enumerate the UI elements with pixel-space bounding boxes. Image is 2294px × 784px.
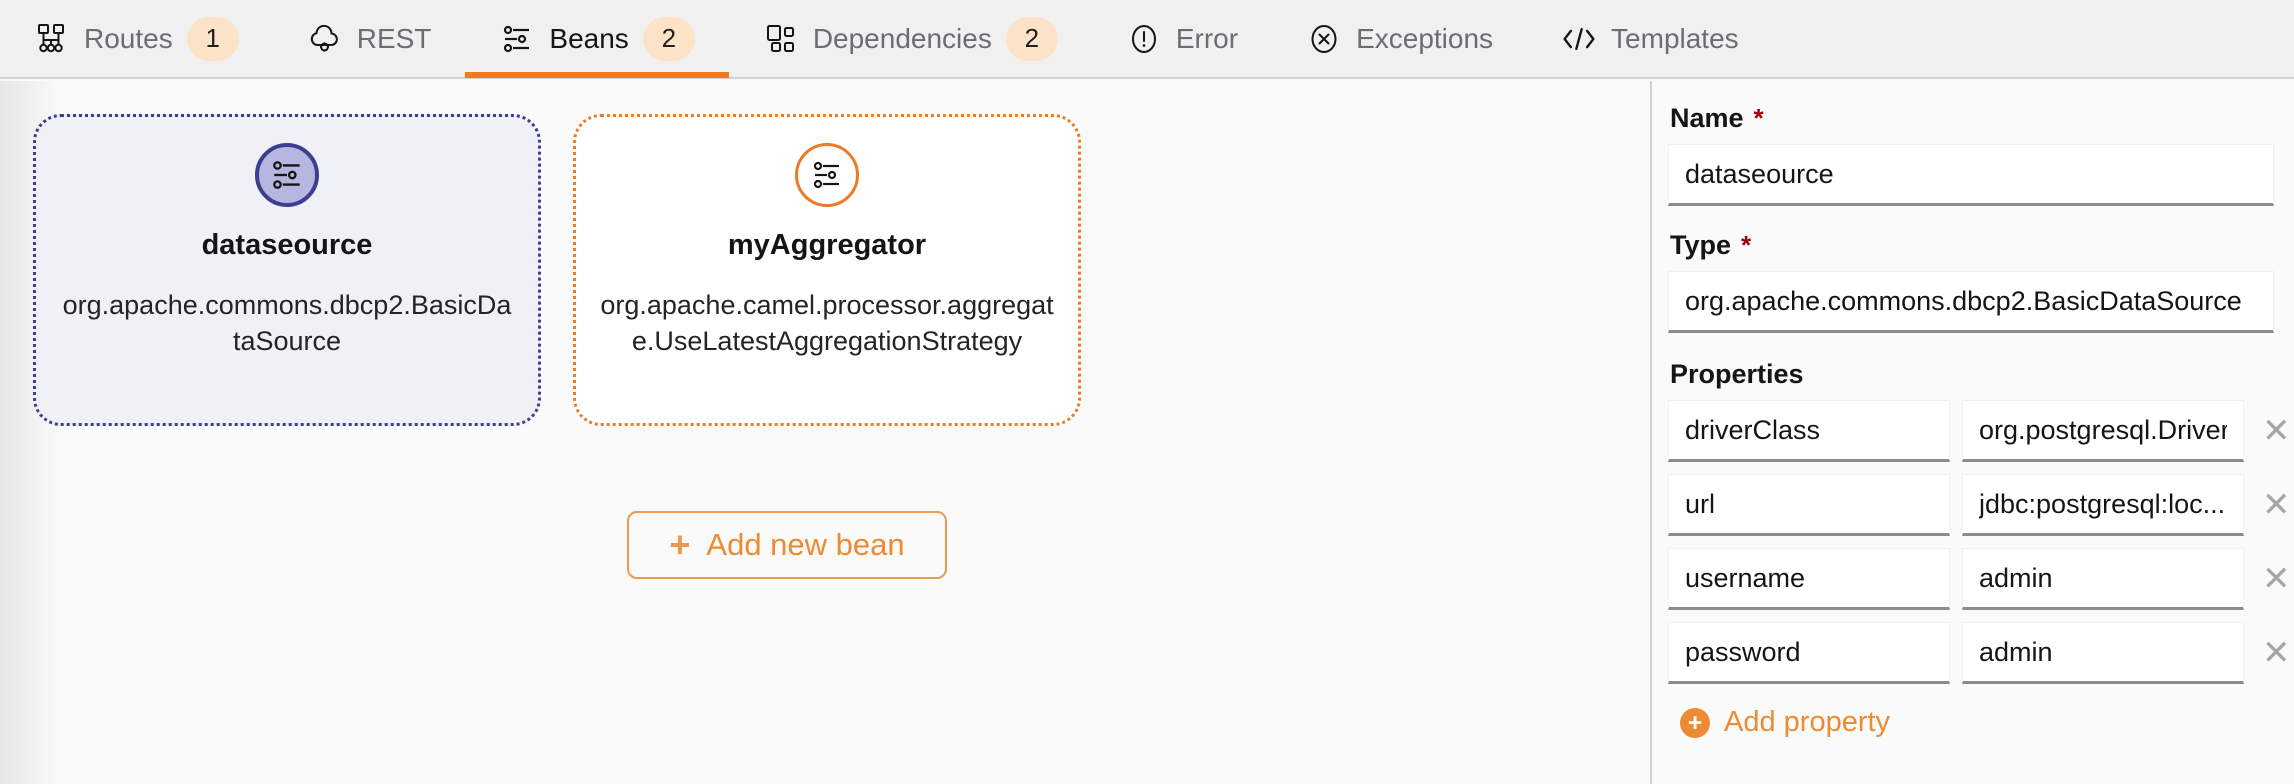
tab-dependencies-badge: 2 [1006,17,1058,61]
spacer [1668,206,2274,230]
tab-error-label: Error [1176,23,1238,55]
delete-property-icon[interactable]: ✕ [2256,414,2294,448]
property-key-input[interactable] [1668,400,1950,462]
bean-sliders-icon [255,143,319,207]
tab-routes-label: Routes [84,23,173,55]
add-new-bean-button[interactable]: + Add new bean [627,511,946,579]
property-key-input[interactable] [1668,548,1950,610]
properties-label: Properties [1670,359,2274,390]
type-field-label: Type * [1670,230,2274,261]
dependencies-icon [763,21,799,57]
exceptions-icon [1306,21,1342,57]
tab-exceptions[interactable]: Exceptions [1272,0,1527,78]
property-value-input[interactable] [1962,548,2244,610]
tab-rest[interactable]: REST [273,0,466,78]
bean-sliders-icon [795,143,859,207]
add-new-bean-label: Add new bean [706,527,904,563]
delete-property-icon[interactable]: ✕ [2256,562,2294,596]
bean-card-title: myAggregator [600,229,1054,262]
property-row: ✕ [1668,474,2274,536]
code-brackets-icon [1561,21,1597,57]
property-row: ✕ [1668,400,2274,462]
type-input[interactable] [1668,271,2274,333]
tab-beans-label: Beans [549,23,628,55]
add-property-button[interactable]: + Add property [1680,706,1890,739]
name-label-text: Name [1670,103,1744,134]
property-value-input[interactable] [1962,474,2244,536]
property-value-input[interactable] [1962,622,2244,684]
add-new-bean-container: + Add new bean [573,511,1001,579]
required-asterisk: * [1754,103,1764,134]
tab-beans[interactable]: Beans 2 [465,0,728,78]
required-asterisk: * [1741,230,1751,261]
plus-circle-icon: + [1680,708,1710,738]
property-value-input[interactable] [1962,400,2244,462]
bean-properties-panel: Name * Type * Properties ✕ ✕ ✕ ✕ + Add p… [1650,81,2294,784]
bean-card-myaggregator[interactable]: myAggregator org.apache.camel.processor.… [573,114,1081,426]
main-tab-bar: Routes 1 REST Beans 2 [0,0,2294,79]
routes-icon [34,21,70,57]
property-key-input[interactable] [1668,474,1950,536]
tab-templates[interactable]: Templates [1527,0,1773,78]
tab-error[interactable]: Error [1092,0,1272,78]
add-property-label: Add property [1724,706,1890,739]
bean-card-title: dataseource [60,229,514,262]
delete-property-icon[interactable]: ✕ [2256,636,2294,670]
delete-property-icon[interactable]: ✕ [2256,488,2294,522]
name-field-label: Name * [1670,103,2274,134]
bean-card-list: dataseource org.apache.commons.dbcp2.Bas… [33,114,1081,426]
beans-canvas: dataseource org.apache.commons.dbcp2.Bas… [0,81,1648,784]
tab-routes[interactable]: Routes 1 [0,0,273,78]
tab-templates-label: Templates [1611,23,1739,55]
bean-card-type: org.apache.camel.processor.aggregate.Use… [600,288,1054,359]
property-row: ✕ [1668,548,2274,610]
tab-routes-badge: 1 [187,17,239,61]
error-icon [1126,21,1162,57]
tab-beans-badge: 2 [643,17,695,61]
property-key-input[interactable] [1668,622,1950,684]
property-row: ✕ [1668,622,2274,684]
name-input[interactable] [1668,144,2274,206]
tab-rest-label: REST [357,23,432,55]
rest-cloud-icon [307,21,343,57]
tab-exceptions-label: Exceptions [1356,23,1493,55]
plus-icon: + [669,527,690,563]
tab-dependencies[interactable]: Dependencies 2 [729,0,1092,78]
beans-sliders-icon [499,21,535,57]
tab-dependencies-label: Dependencies [813,23,992,55]
bean-card-dataseource[interactable]: dataseource org.apache.commons.dbcp2.Bas… [33,114,541,426]
type-label-text: Type [1670,230,1731,261]
bean-card-type: org.apache.commons.dbcp2.BasicDataSource [60,288,514,359]
